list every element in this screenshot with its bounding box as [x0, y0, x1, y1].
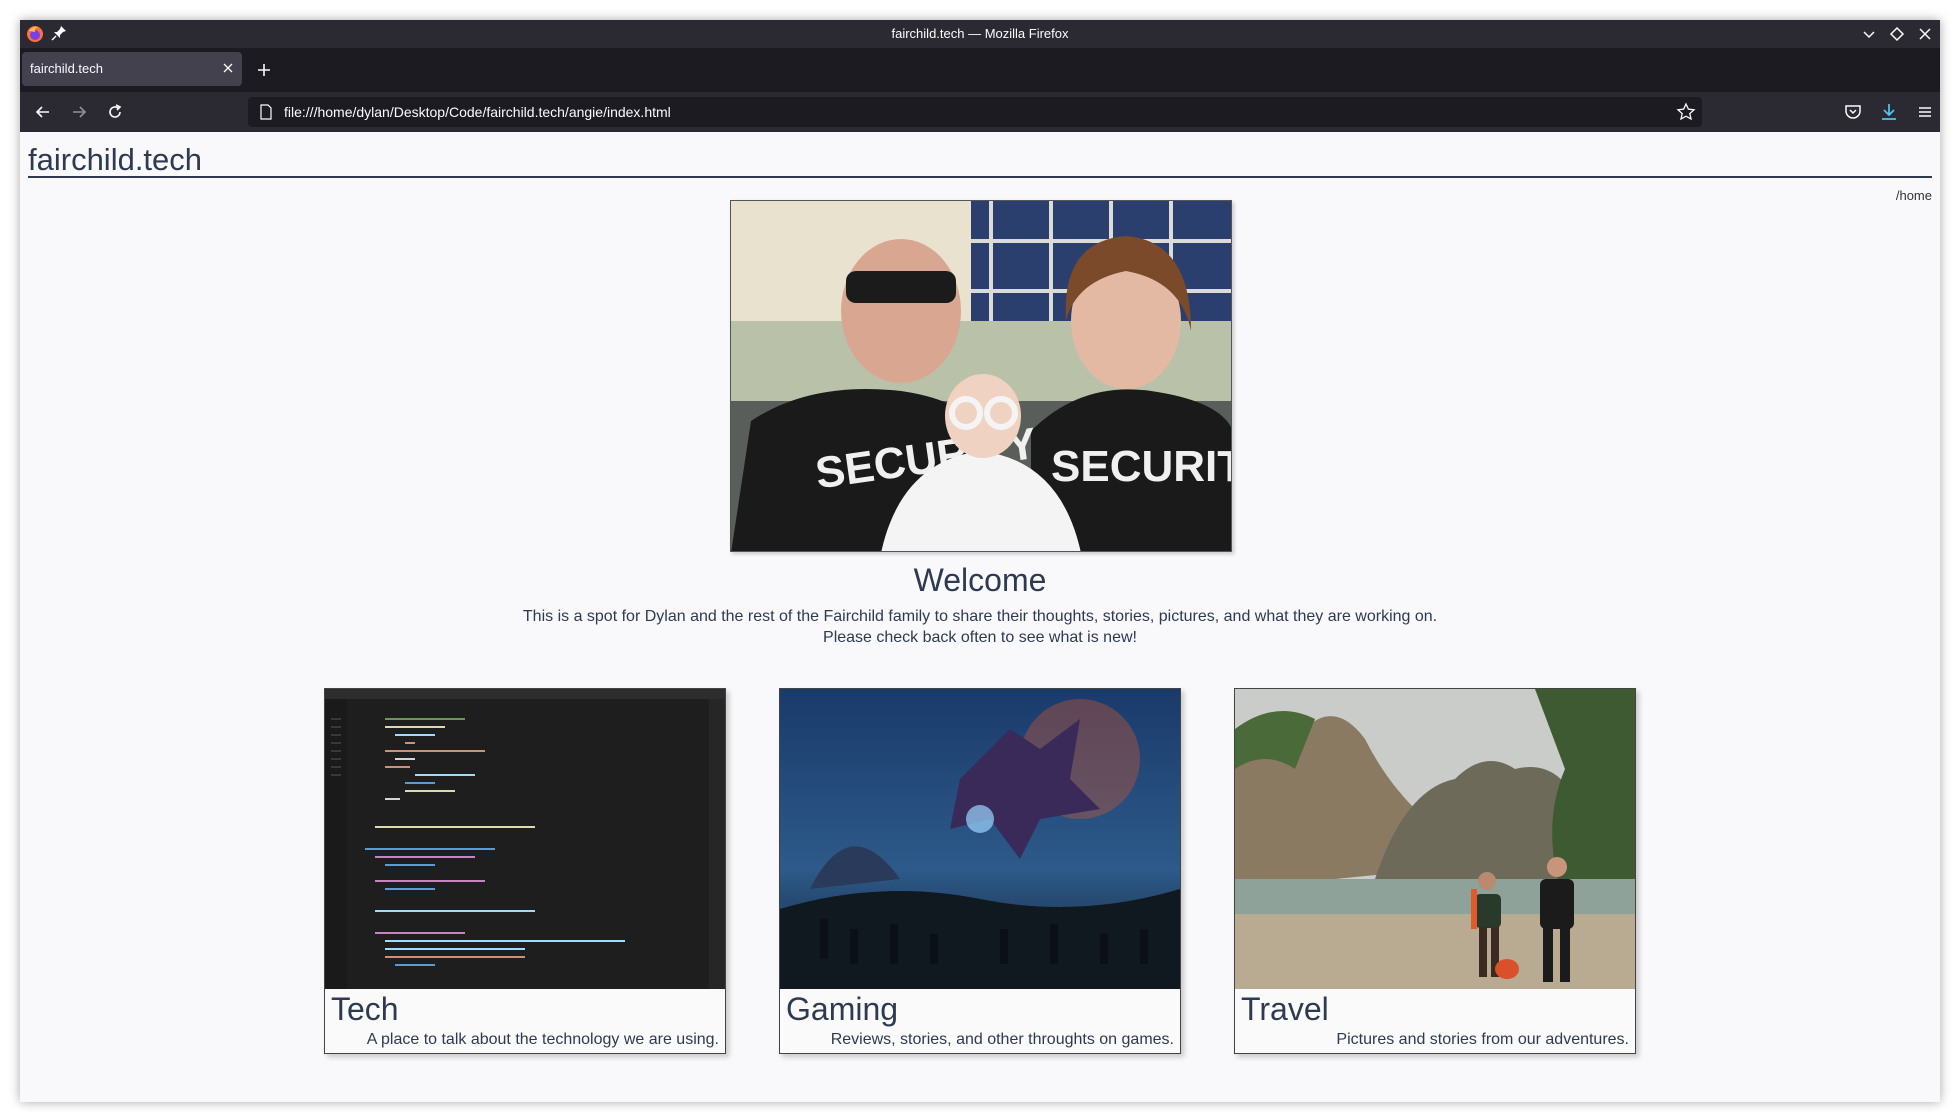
minimize-icon[interactable] — [1860, 25, 1878, 43]
browser-window: fairchild.tech — Mozilla Firefox fairchi… — [20, 20, 1940, 1102]
close-window-icon[interactable] — [1916, 25, 1934, 43]
card-description: Pictures and stories from our adventures… — [1336, 1031, 1629, 1048]
hamburger-menu-icon[interactable] — [1914, 101, 1936, 123]
forward-arrow-icon[interactable] — [68, 101, 90, 123]
intro-line-2: Please check back often to see what is n… — [823, 629, 1137, 646]
card-title: Tech — [331, 991, 399, 1027]
family-photo: SECURITY SECURITY — [730, 200, 1232, 552]
window-title: fairchild.tech — Mozilla Firefox — [891, 26, 1069, 41]
navigation-toolbar: file:///home/dylan/Desktop/Code/fairchil… — [20, 92, 1940, 132]
gaming-artwork — [780, 689, 1180, 989]
title-bar: fairchild.tech — Mozilla Firefox — [20, 20, 1940, 48]
card-title: Travel — [1241, 991, 1329, 1027]
address-bar[interactable]: file:///home/dylan/Desktop/Code/fairchil… — [248, 97, 1702, 127]
bookmark-star-icon[interactable] — [1676, 102, 1696, 122]
site-title[interactable]: fairchild.tech — [28, 142, 1932, 178]
card-description: Reviews, stories, and other throughts on… — [830, 1031, 1174, 1048]
card-travel[interactable]: Travel Pictures and stories from our adv… — [1234, 688, 1636, 1054]
page-document-icon — [258, 104, 274, 120]
reload-icon[interactable] — [104, 101, 126, 123]
card-title: Gaming — [786, 991, 899, 1027]
intro-text: This is a spot for Dylan and the rest of… — [20, 606, 1940, 648]
pocket-icon[interactable] — [1842, 101, 1864, 123]
back-arrow-icon[interactable] — [32, 101, 54, 123]
site-header: fairchild.tech — [28, 142, 1932, 178]
downloads-icon[interactable] — [1878, 101, 1900, 123]
tab-label: fairchild.tech — [30, 61, 103, 76]
card-gaming[interactable]: Gaming Reviews, stories, and other throu… — [779, 688, 1181, 1054]
web-page: fairchild.tech /home SECURITY SECURITY — [20, 132, 1940, 1102]
close-tab-icon[interactable] — [220, 60, 236, 76]
intro-line-1: This is a spot for Dylan and the rest of… — [522, 608, 1438, 625]
tech-code-screenshot — [325, 689, 725, 989]
tab-fairchild-tech[interactable]: fairchild.tech — [22, 52, 242, 86]
card-description: A place to talk about the technology we … — [366, 1031, 719, 1048]
new-tab-plus-icon[interactable] — [254, 60, 274, 80]
tab-strip: fairchild.tech — [20, 48, 1940, 92]
welcome-heading: Welcome — [913, 562, 1047, 598]
maximize-icon[interactable] — [1888, 25, 1906, 43]
url-text[interactable]: file:///home/dylan/Desktop/Code/fairchil… — [284, 104, 671, 120]
breadcrumb[interactable]: /home — [1896, 188, 1932, 203]
shirt-right-text: SECURITY — [1051, 442, 1232, 491]
travel-beach-photo — [1235, 689, 1635, 989]
card-tech[interactable]: Tech A place to talk about the technolog… — [324, 688, 726, 1054]
